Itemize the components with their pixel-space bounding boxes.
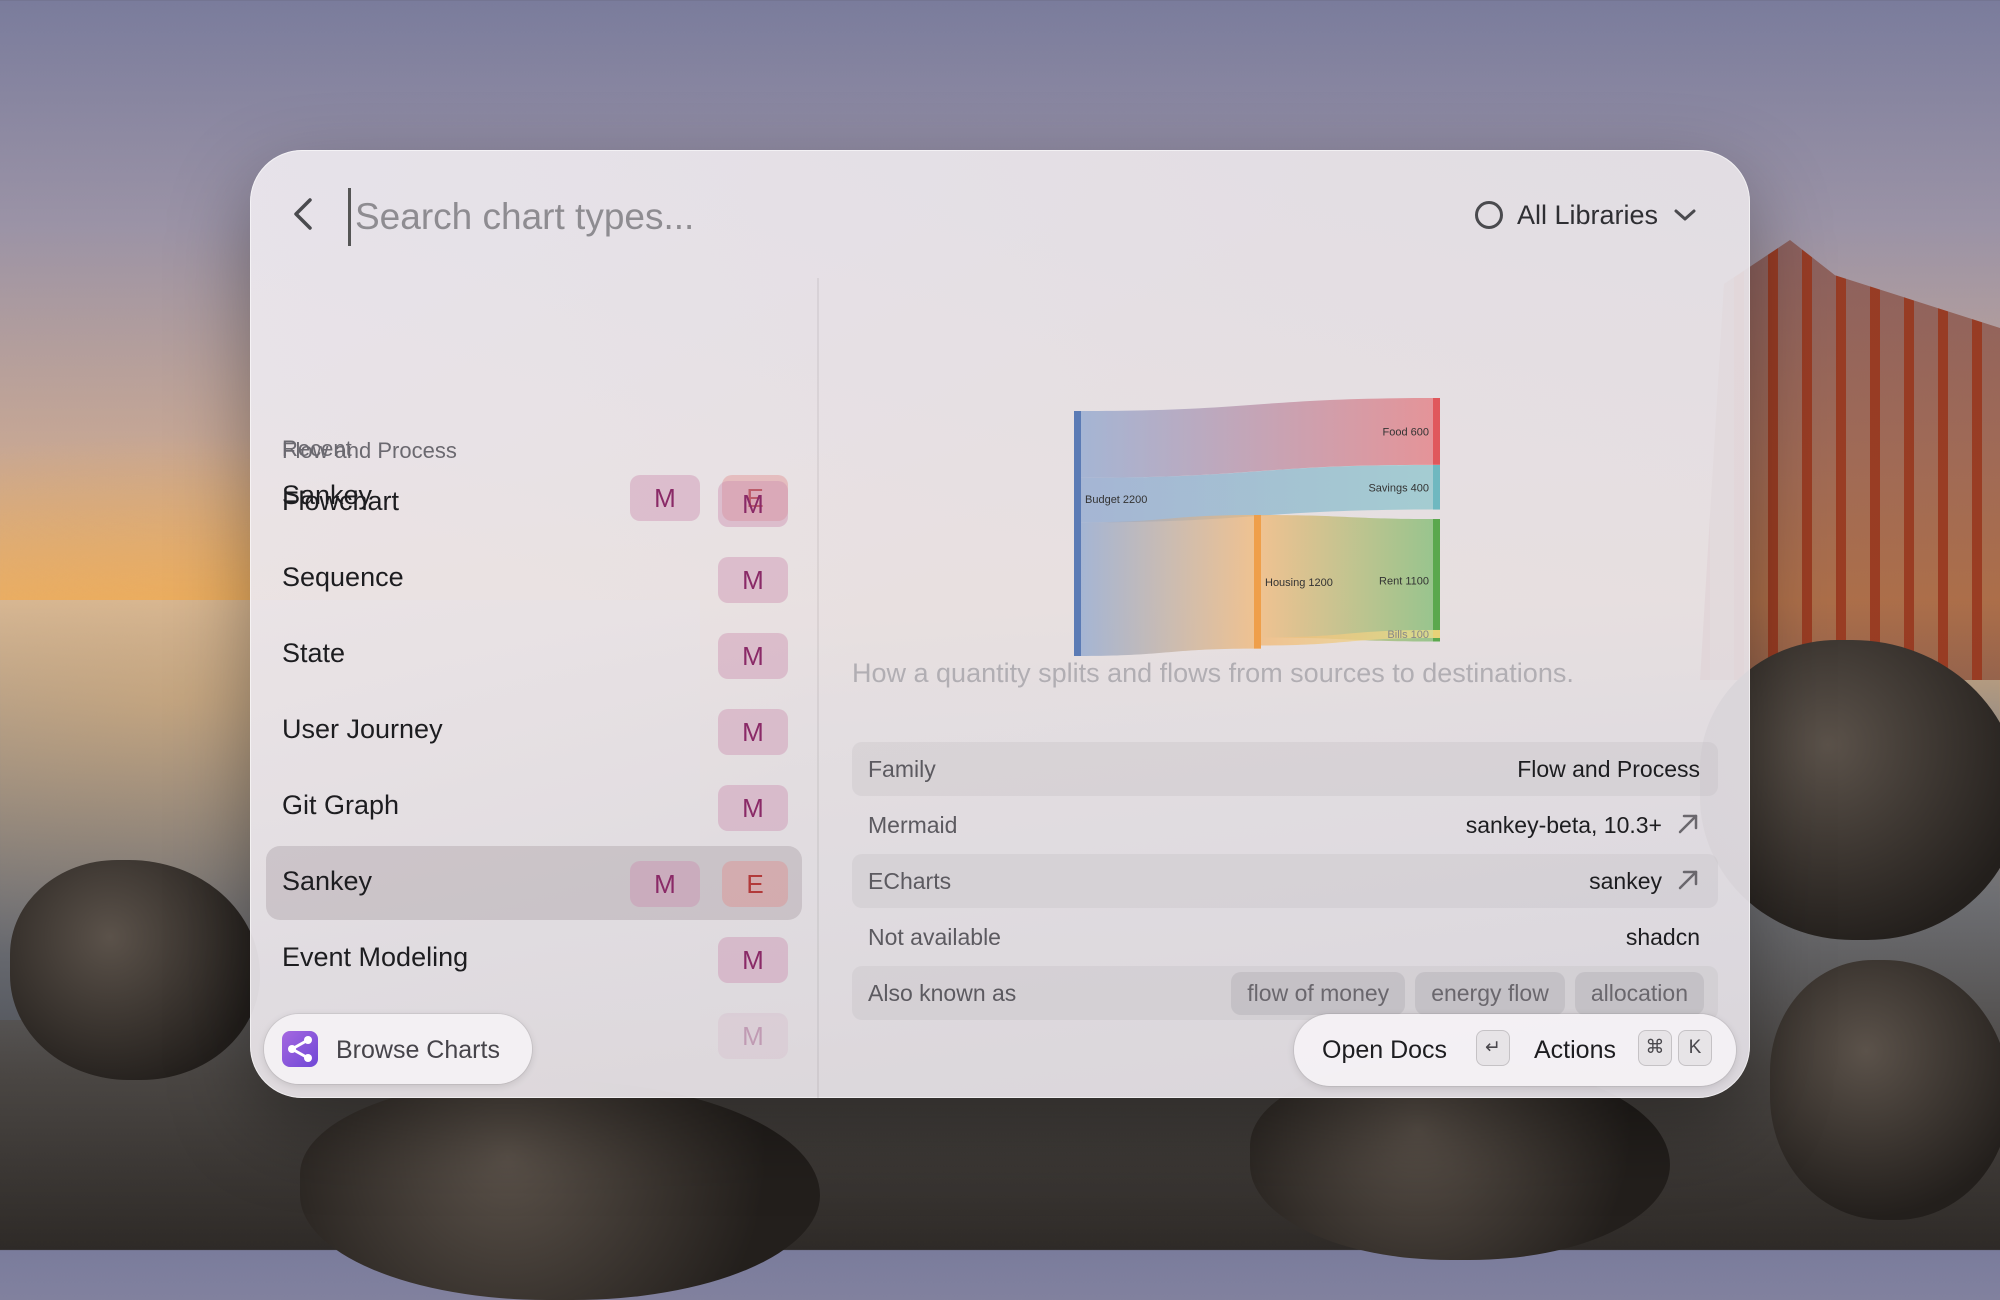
property-row-not-available: Not available shadcn (852, 910, 1718, 964)
property-value: sankey-beta, 10.3+ (1465, 812, 1662, 838)
sankey-label-bills: Bills 100 (1387, 629, 1429, 641)
wallpaper-rock (1770, 960, 2000, 1220)
open-docs-button[interactable]: Open Docs (1322, 1036, 1447, 1065)
sankey-node-housing (1254, 515, 1261, 649)
property-row-family: Family Flow and Process (852, 742, 1718, 796)
sankey-node-savings (1433, 465, 1440, 510)
sankey-node-bills (1433, 630, 1440, 638)
echarts-badge: E (722, 861, 788, 907)
property-key: Also known as (868, 980, 1017, 1006)
mermaid-badge: M (718, 481, 788, 527)
share-nodes-icon (282, 1031, 318, 1067)
alias-chip: flow of money (1231, 972, 1406, 1015)
alias-chip: allocation (1574, 972, 1704, 1015)
search-bar: All Libraries (250, 150, 1750, 270)
sankey-label-budget: Budget 2200 (1085, 494, 1147, 506)
property-key: Mermaid (868, 812, 958, 838)
footer-actions-bar: Open Docs ↵ Actions ⌘ K (1294, 1014, 1736, 1086)
sankey-node-rent (1433, 519, 1440, 642)
list-item-event-modeling[interactable]: Event Modeling M (266, 922, 802, 996)
mermaid-badge: M (718, 557, 788, 603)
property-row-mermaid: Mermaid sankey-beta, 10.3+ (852, 798, 1718, 852)
list-item-state[interactable]: State M (266, 618, 802, 692)
library-selector-label: All Libraries (1516, 199, 1658, 230)
list-item-sankey-selected[interactable]: Sankey M E (266, 846, 802, 920)
mermaid-badge: M (718, 633, 788, 679)
alias-chips: flow of money energy flow allocation (1231, 972, 1704, 1015)
property-row-echarts: ECharts sankey (852, 854, 1718, 908)
external-link-arrow-icon[interactable] (1674, 810, 1702, 838)
library-selector[interactable]: All Libraries (1474, 192, 1698, 238)
chart-picker-panel: All Libraries Recent Sankey M E Flow and… (250, 150, 1750, 1098)
alias-chip: energy flow (1415, 972, 1565, 1015)
sankey-link-budget-housing (1081, 515, 1254, 656)
list-item-label: Flowchart (282, 486, 400, 516)
chevron-left-icon[interactable] (288, 194, 318, 234)
k-key-hint: K (1678, 1030, 1712, 1066)
section-flow-and-process: Flow and Process (282, 438, 457, 463)
property-row-also-known-as: Also known as flow of money energy flow … (852, 966, 1718, 1020)
browse-charts-button[interactable]: Browse Charts (264, 1014, 532, 1084)
command-key-hint: ⌘ (1638, 1030, 1672, 1066)
list-item-flowchart[interactable]: Flowchart M (266, 466, 802, 540)
list-item-label: User Journey (282, 714, 443, 744)
return-key-hint: ↵ (1476, 1030, 1510, 1066)
pane-divider (817, 278, 819, 1098)
sankey-label-rent: Rent 1100 (1379, 575, 1429, 587)
sankey-node-budget (1074, 411, 1081, 656)
sankey-label-savings: Savings 400 (1368, 482, 1429, 494)
property-value: shadcn (1625, 924, 1700, 950)
chevron-down-icon (1674, 209, 1696, 221)
mermaid-badge: M (630, 861, 700, 907)
mermaid-badge: M (718, 937, 788, 983)
sankey-preview-chart: Budget 2200 Food 600 Savings 400 Housing 12… (1074, 398, 1440, 656)
actions-button[interactable]: Actions (1534, 1036, 1616, 1065)
sankey-node-food (1433, 398, 1440, 465)
mermaid-badge: M (718, 1013, 788, 1059)
browse-charts-label: Browse Charts (336, 1036, 500, 1064)
list-item-label: Sequence (282, 562, 404, 592)
list-item-sequence[interactable]: Sequence M (266, 542, 802, 616)
chart-description: How a quantity splits and flows from sou… (852, 658, 1574, 688)
property-key: ECharts (868, 868, 952, 894)
list-item-label: Git Graph (282, 790, 400, 820)
list-item-label: State (282, 638, 346, 668)
mermaid-badge: M (718, 709, 788, 755)
list-item-git-graph[interactable]: Git Graph M (266, 770, 802, 844)
list-item-label: Sankey (282, 866, 373, 896)
property-key: Family (868, 756, 936, 782)
external-link-arrow-icon[interactable] (1674, 866, 1702, 894)
property-value: Flow and Process (1517, 756, 1700, 782)
sankey-label-food: Food 600 (1383, 426, 1429, 438)
list-item-label: Event Modeling (282, 942, 469, 972)
sankey-label-housing: Housing 1200 (1265, 577, 1333, 589)
circle-icon (1474, 201, 1503, 229)
mermaid-badge: M (718, 785, 788, 831)
property-key: Not available (868, 924, 1001, 950)
list-item-user-journey[interactable]: User Journey M (266, 694, 802, 768)
wallpaper-rock (300, 1080, 820, 1300)
search-input[interactable] (348, 188, 1257, 246)
property-value: sankey (1589, 868, 1662, 894)
